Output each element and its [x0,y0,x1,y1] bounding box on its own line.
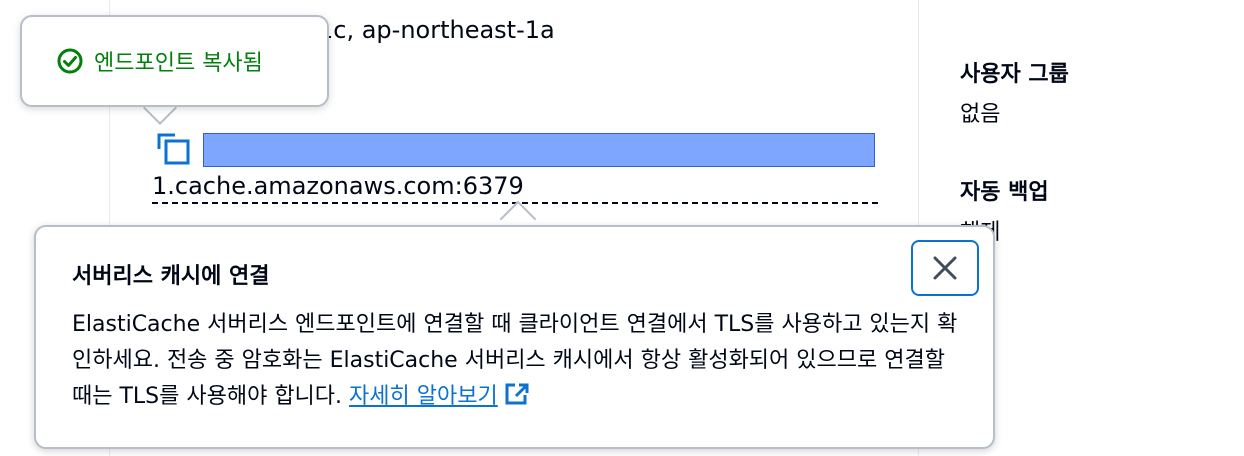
availability-zone-value: 1c, ap-northeast-1a [318,16,555,44]
auto-backup-label: 자동 백업 [960,180,1049,205]
user-group-value: 없음 [960,102,1001,127]
close-icon [933,256,957,280]
toast-message: 엔드포인트 복사됨 [94,51,263,76]
popover-title: 서버리스 캐시에 연결 [72,264,270,289]
toast-content: 엔드포인트 복사됨 [56,45,263,77]
external-link-icon [505,383,529,405]
copied-toast: 엔드포인트 복사됨 [20,15,329,107]
endpoint-selection-highlight [203,133,875,167]
check-circle-icon [57,48,83,74]
popover-body: ElastiCache 서버리스 엔드포인트에 연결할 때 클라이언트 연결에서… [72,307,972,415]
close-popover-button[interactable] [911,240,979,296]
user-group-label: 사용자 그룹 [960,62,1069,87]
copy-endpoint-button[interactable] [154,131,194,167]
connect-popover: 서버리스 캐시에 연결 ElastiCache 서버리스 엔드포인트에 연결할 … [34,225,995,449]
copy-icon [157,133,190,165]
learn-more-link[interactable]: 자세히 알아보기 [349,383,530,409]
endpoint-value[interactable]: 1.cache.amazonaws.com:6379 [152,172,878,204]
learn-more-link-text: 자세히 알아보기 [349,384,498,409]
